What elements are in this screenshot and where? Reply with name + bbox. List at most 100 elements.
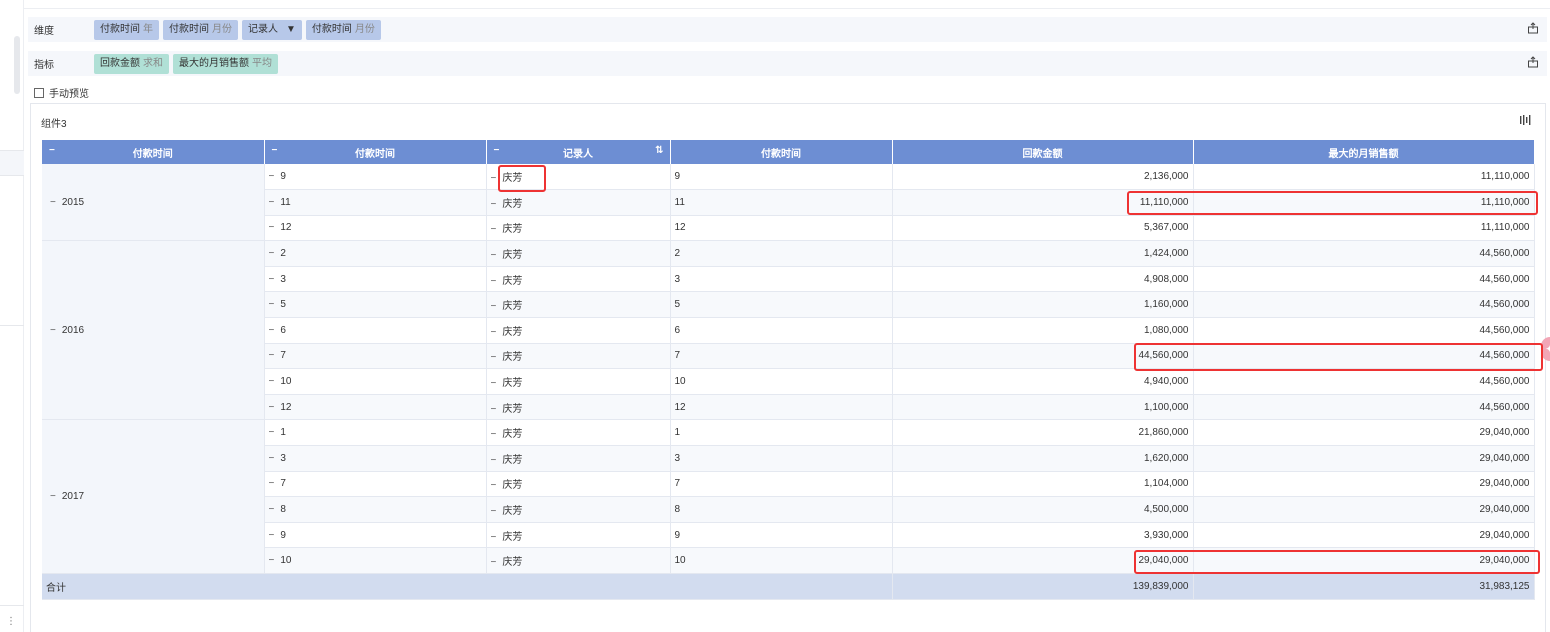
sidebar-selected-item[interactable] (0, 150, 24, 176)
table-row: 6庆芳61,080,00044,560,000 (42, 317, 1535, 344)
recorder-cell[interactable]: 庆芳 (486, 496, 671, 523)
recorder-cell[interactable]: 庆芳 (486, 419, 671, 447)
floating-helper-icon[interactable]: ✦ (1541, 337, 1550, 361)
sidebar-scrollbar[interactable] (14, 36, 20, 94)
month-cell[interactable]: 12 (264, 215, 487, 242)
dimension-field-pill[interactable]: 付款时间 月份 (163, 19, 238, 40)
collapse-icon[interactable]: − (494, 145, 500, 156)
max-sales-cell: 44,560,000 (1193, 394, 1535, 421)
month-cell[interactable]: 9 (264, 164, 487, 191)
recorder-cell[interactable]: 庆芳 (486, 164, 671, 191)
month-value-cell: 9 (670, 164, 893, 191)
table-row: 10庆芳1029,040,00029,040,000 (42, 547, 1535, 574)
dimension-row: 维度 付款时间年 付款时间 月份 记录人 ▼ 付款时间 月份 (28, 17, 1547, 42)
field-name: 付款时间 (169, 23, 209, 35)
month-cell[interactable]: 5 (264, 291, 487, 319)
month-cell[interactable]: 2 (264, 240, 487, 267)
month-cell[interactable]: 10 (264, 368, 487, 395)
header-cell[interactable]: − 记录人 ⇅ (486, 140, 671, 164)
component-title: 组件3 (41, 119, 67, 130)
recorder-cell[interactable]: 庆芳 (486, 522, 671, 549)
measure-field-pill[interactable]: 回款金额 求和 (94, 53, 169, 74)
recorder-cell[interactable]: 庆芳 (486, 547, 671, 574)
dimension-field-pill[interactable]: 付款时间 月份 (305, 19, 381, 40)
recorder-cell[interactable]: 庆芳 (486, 215, 671, 242)
max-sales-cell: 44,560,000 (1193, 240, 1535, 267)
header-cell[interactable]: 回款金额 (892, 140, 1194, 164)
amount-cell: 3,930,000 (892, 522, 1194, 549)
table-row: 8庆芳84,500,00029,040,000 (42, 496, 1535, 523)
total-label: 合计 (42, 573, 893, 600)
column-settings-icon[interactable] (1519, 114, 1531, 126)
max-sales-cell: 11,110,000 (1193, 189, 1535, 216)
field-aggregation: 月份 (212, 23, 232, 35)
sidebar-divider (0, 605, 24, 606)
table-row: 7庆芳744,560,00044,560,000 (42, 343, 1535, 370)
header-cell[interactable]: 付款时间 (670, 140, 893, 164)
export-icon[interactable] (1527, 22, 1539, 34)
recorder-cell[interactable]: 庆芳 (486, 189, 671, 216)
month-cell[interactable]: 10 (264, 547, 487, 574)
amount-cell: 1,100,000 (892, 394, 1194, 421)
recorder-cell[interactable]: 庆芳 (486, 343, 671, 370)
header-label: 付款时间 (355, 148, 395, 160)
measure-field-pill[interactable]: 最大的月销售额 平均 (173, 53, 278, 74)
table-row: 3庆芳34,908,00044,560,000 (42, 266, 1535, 293)
month-cell[interactable]: 7 (264, 471, 487, 498)
header-cell[interactable]: − 付款时间 (42, 140, 265, 164)
month-cell[interactable]: 3 (264, 445, 487, 472)
max-sales-cell: 29,040,000 (1193, 496, 1535, 523)
field-aggregation: 平均 (252, 57, 272, 69)
month-value-cell: 10 (670, 368, 893, 395)
month-value-cell: 2 (670, 240, 893, 267)
month-cell[interactable]: 11 (264, 189, 487, 216)
month-cell[interactable]: 6 (264, 317, 487, 344)
sort-icon[interactable]: ⇅ (655, 145, 663, 156)
funnel-icon[interactable]: ▼ (286, 20, 296, 40)
table-row: 12庆芳125,367,00011,110,000 (42, 215, 1535, 242)
month-value-cell: 12 (670, 394, 893, 421)
month-cell[interactable]: 8 (264, 496, 487, 523)
month-value-cell: 11 (670, 189, 893, 216)
month-value-cell: 6 (670, 317, 893, 344)
header-cell[interactable]: 最大的月销售额 (1193, 140, 1535, 164)
top-divider (24, 8, 1550, 9)
header-label: 付款时间 (761, 148, 801, 160)
year-cell[interactable]: 2015 (42, 164, 265, 242)
recorder-cell[interactable]: 庆芳 (486, 266, 671, 293)
max-sales-cell: 11,110,000 (1193, 164, 1535, 191)
recorder-cell[interactable]: 庆芳 (486, 291, 671, 319)
table-row: 9庆芳93,930,00029,040,000 (42, 522, 1535, 549)
month-cell[interactable]: 3 (264, 266, 487, 293)
month-value-cell: 10 (670, 547, 893, 574)
month-cell[interactable]: 12 (264, 394, 487, 421)
manual-preview-checkbox[interactable] (34, 87, 44, 98)
table-row: 20171庆芳121,860,00029,040,000 (42, 419, 1535, 574)
amount-cell: 4,908,000 (892, 266, 1194, 293)
recorder-cell[interactable]: 庆芳 (486, 368, 671, 395)
export-icon[interactable] (1527, 56, 1539, 68)
amount-cell: 44,560,000 (892, 343, 1194, 370)
recorder-cell[interactable]: 庆芳 (486, 317, 671, 344)
recorder-cell[interactable]: 庆芳 (486, 240, 671, 267)
field-name: 付款时间 (311, 23, 352, 35)
recorder-cell[interactable]: 庆芳 (486, 471, 671, 498)
month-value-cell: 7 (670, 343, 893, 370)
amount-cell: 29,040,000 (892, 547, 1194, 574)
dimension-field-pill[interactable]: 记录人 ▼ (242, 19, 302, 40)
month-cell[interactable]: 1 (264, 419, 487, 447)
manual-preview-toggle[interactable]: 手动预览 (34, 85, 89, 100)
max-sales-cell: 44,560,000 (1193, 343, 1535, 370)
dimension-field-pill[interactable]: 付款时间年 (94, 19, 159, 40)
month-cell[interactable]: 7 (264, 343, 487, 370)
recorder-cell[interactable]: 庆芳 (486, 394, 671, 421)
recorder-cell[interactable]: 庆芳 (486, 445, 671, 472)
collapse-icon[interactable]: − (49, 145, 55, 156)
collapse-icon[interactable]: − (272, 145, 278, 156)
month-cell[interactable]: 9 (264, 522, 487, 549)
year-cell[interactable]: 2017 (42, 419, 265, 574)
header-cell[interactable]: − 付款时间 (264, 140, 487, 164)
more-dots-icon[interactable]: ⋮ (6, 616, 16, 627)
year-cell[interactable]: 2016 (42, 240, 265, 421)
manual-preview-label: 手动预览 (49, 89, 89, 100)
